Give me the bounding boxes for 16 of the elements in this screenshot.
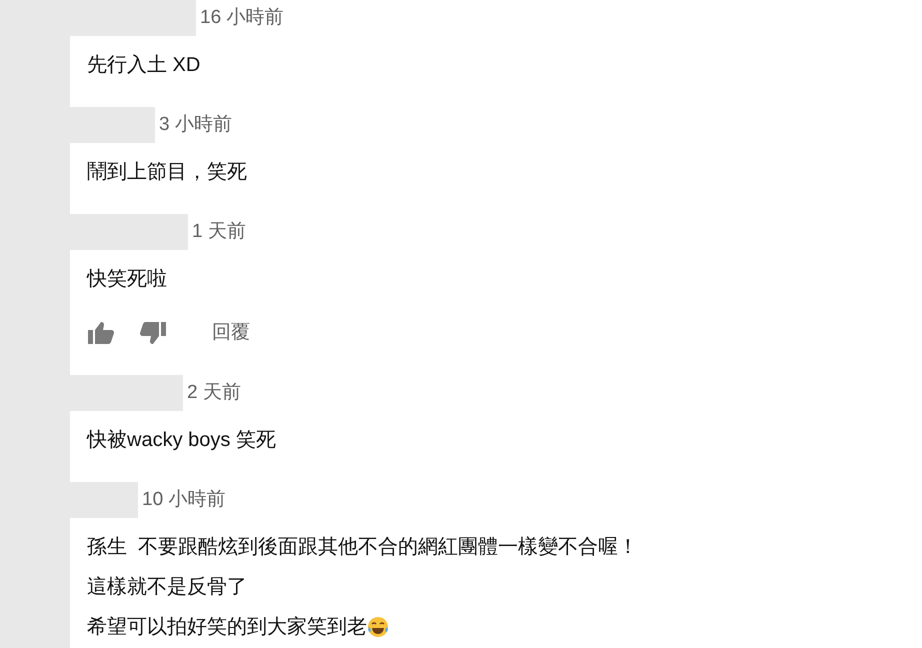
- comment-time: 1 天前: [192, 220, 246, 244]
- comment-text: 孫生 不要跟酷炫到後面跟其他不合的網紅團體一樣變不合喔！: [87, 535, 638, 559]
- laughing-face-icon: [367, 616, 389, 638]
- comment-text: 快笑死啦: [87, 267, 167, 291]
- comment-time: 16 小時前: [200, 6, 284, 30]
- comment-text: 希望可以拍好笑的到大家笑到老: [87, 615, 367, 639]
- comment-text: 鬧到上節目，笑死: [87, 160, 247, 184]
- reply-button[interactable]: 回覆: [212, 321, 250, 345]
- comment-time: 2 天前: [187, 381, 241, 405]
- thumbs-down-icon[interactable]: [140, 321, 166, 345]
- comment-text: 先行入土 XD: [87, 53, 200, 77]
- thumbs-up-icon[interactable]: [88, 321, 114, 345]
- comment-time: 10 小時前: [142, 488, 226, 512]
- comment-time: 3 小時前: [159, 113, 232, 137]
- comment-text: 這樣就不是反骨了: [87, 575, 247, 599]
- comment-text: 快被wacky boys 笑死: [87, 428, 276, 452]
